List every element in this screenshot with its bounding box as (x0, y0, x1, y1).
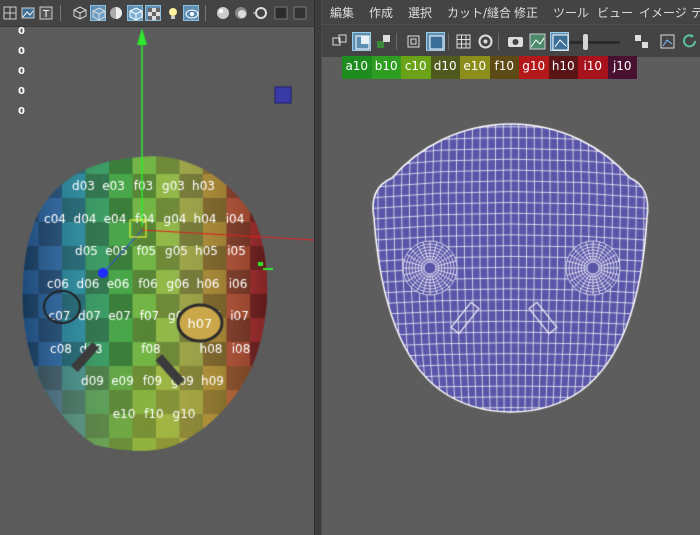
menu-tools[interactable]: ツール (553, 4, 589, 21)
toolbar-separator (205, 5, 206, 21)
motion-blur-icon[interactable] (252, 5, 268, 21)
exposure-slider-handle[interactable] (582, 34, 588, 50)
menu-image[interactable]: イメージ (639, 4, 687, 21)
refresh-icon[interactable] (680, 32, 699, 51)
uv-shell-border-icon[interactable] (426, 32, 445, 51)
checker-color-strip: a10 b10 c10 d10 e10 f10 g10 h10 i10 j10 (342, 56, 637, 79)
viewport-canvas[interactable] (0, 0, 314, 535)
text-icon[interactable]: T (38, 5, 54, 21)
checker-cell: i10 (578, 56, 608, 79)
checker-cell: f10 (489, 56, 519, 79)
toolbar-separator (498, 33, 499, 50)
menu-textures[interactable]: テ (691, 4, 700, 21)
menu-select[interactable]: 選択 (408, 4, 432, 21)
toolbar-separator (396, 33, 397, 50)
svg-text:T: T (42, 9, 50, 20)
checker-cell: d10 (430, 56, 460, 79)
uv-canvas[interactable] (322, 0, 700, 535)
isolate-icon[interactable] (183, 5, 199, 21)
menu-create[interactable]: 作成 (369, 4, 393, 21)
hud-value: 0 (18, 26, 25, 37)
menu-edit[interactable]: 編集 (330, 4, 354, 21)
grid-view-icon[interactable] (2, 5, 18, 21)
viewport-toolbar: T (0, 0, 314, 27)
perspective-viewport[interactable]: T 0 0 0 0 0 (0, 0, 314, 535)
hud-value: 0 (18, 46, 25, 57)
light-icon[interactable] (165, 5, 181, 21)
image-display-icon[interactable] (528, 32, 547, 51)
checker-cell: g10 (519, 56, 549, 79)
pixel-snap-icon[interactable] (476, 32, 495, 51)
uv-toolbar (322, 24, 700, 57)
image-ratio-icon[interactable] (658, 32, 677, 51)
checker-cell: j10 (607, 56, 637, 79)
sphere-icon[interactable] (215, 5, 231, 21)
gamma-icon[interactable] (292, 5, 308, 21)
checker-cell: b10 (371, 56, 401, 79)
shaded-cube-icon[interactable] (90, 5, 106, 21)
hud-value: 0 (18, 86, 25, 97)
image-plane-icon[interactable] (20, 5, 36, 21)
toolbar-separator (60, 5, 61, 21)
checker-cell: a10 (342, 56, 372, 79)
smooth-shade-icon[interactable] (108, 5, 124, 21)
toolbar-separator (448, 33, 449, 50)
hud-value: 0 (18, 66, 25, 77)
checker-toggle-icon[interactable] (374, 32, 393, 51)
menu-modify[interactable]: 修正 (514, 4, 538, 21)
shell-icon[interactable] (330, 32, 349, 51)
aa-icon[interactable] (273, 5, 289, 21)
xray-cube-icon[interactable] (127, 5, 143, 21)
checker-cell: c10 (401, 56, 431, 79)
checker-cell: e10 (460, 56, 490, 79)
dim-image-icon[interactable] (550, 32, 569, 51)
uv-editor-panel[interactable]: 編集 作成 選択 カット/縫合 修正 ツール ビュー イメージ テ a10 b10… (322, 0, 700, 535)
uv-frame-icon[interactable] (352, 32, 371, 51)
menu-view[interactable]: ビュー (597, 4, 633, 21)
ambient-occlusion-icon[interactable] (233, 5, 249, 21)
uv-menubar: 編集 作成 選択 カット/縫合 修正 ツール ビュー イメージ テ (322, 0, 700, 24)
wireframe-cube-icon[interactable] (72, 5, 88, 21)
menu-cut-sew[interactable]: カット/縫合 (447, 4, 511, 21)
uv-border-icon[interactable] (404, 32, 423, 51)
grid-icon[interactable] (454, 32, 473, 51)
checker-cell: h10 (548, 56, 578, 79)
textured-cube-icon[interactable] (145, 5, 161, 21)
panel-divider[interactable] (314, 0, 322, 535)
hud-value: 0 (18, 106, 25, 117)
hud-readout: 0 0 0 0 0 (18, 27, 25, 127)
checker-icon[interactable] (632, 32, 651, 51)
snapshot-icon[interactable] (506, 32, 525, 51)
